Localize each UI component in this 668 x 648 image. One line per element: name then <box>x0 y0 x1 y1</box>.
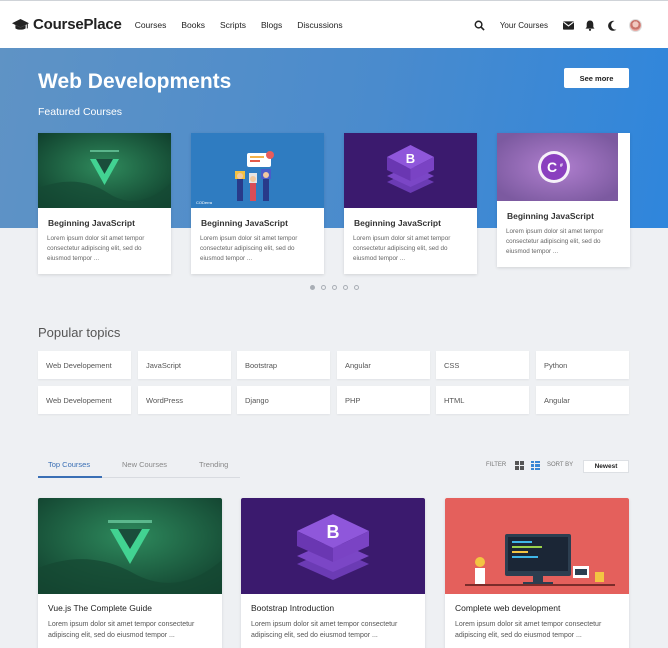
carousel-dot[interactable] <box>321 285 326 290</box>
topic-web-development[interactable]: Web Developement <box>38 386 131 414</box>
topic-angular[interactable]: Angular <box>337 351 430 379</box>
svg-text:#: # <box>560 163 563 169</box>
course-description: Lorem ipsum dolor sit amet tempor consec… <box>455 621 602 639</box>
featured-course-card[interactable]: Beginning JavaScript Lorem ipsum dolor s… <box>38 133 171 274</box>
course-thumbnail <box>38 498 222 594</box>
see-more-button[interactable]: See more <box>564 68 629 88</box>
carousel-indicators <box>310 285 365 290</box>
topic-web-development[interactable]: Web Developement <box>38 351 131 379</box>
main-nav: Courses Books Scripts Blogs Discussions <box>135 20 358 30</box>
list-view-icon[interactable] <box>531 461 540 470</box>
svg-text:C: C <box>547 159 557 175</box>
topic-css[interactable]: CSS <box>436 351 529 379</box>
nav-discussions[interactable]: Discussions <box>297 20 342 30</box>
thumbnail-label: CODerra <box>196 200 213 205</box>
moon-icon[interactable] <box>606 19 618 31</box>
featured-course-card[interactable]: CODerra Beginning JavaScript Lorem ipsum… <box>191 133 324 274</box>
tab-new-courses[interactable]: New Courses <box>122 460 167 469</box>
svg-text:B: B <box>406 151 415 166</box>
graduation-cap-icon <box>12 18 29 30</box>
topic-python[interactable]: Python <box>536 351 629 379</box>
bell-icon[interactable] <box>584 19 596 31</box>
featured-course-card[interactable]: C # Beginning JavaScript Lorem ipsum dol… <box>497 133 630 267</box>
grid-view-icon[interactable] <box>515 461 524 470</box>
course-card[interactable]: Complete web development Lorem ipsum dol… <box>445 498 629 648</box>
course-card[interactable]: Vue.js The Complete Guide Lorem ipsum do… <box>38 498 222 648</box>
course-thumbnail: CODerra <box>191 133 324 208</box>
course-title: Beginning JavaScript <box>48 218 135 228</box>
course-description: Lorem ipsum dolor sit amet tempor consec… <box>353 235 451 262</box>
course-thumbnail <box>38 133 171 208</box>
course-card[interactable]: B Bootstrap Introduction Lorem ipsum dol… <box>241 498 425 648</box>
tab-top-courses[interactable]: Top Courses <box>48 460 90 469</box>
hero-subtitle: Featured Courses <box>38 106 123 118</box>
carousel-dot[interactable] <box>354 285 359 290</box>
tab-trending[interactable]: Trending <box>199 460 228 469</box>
course-title: Beginning JavaScript <box>507 211 594 221</box>
carousel-dot[interactable] <box>332 285 337 290</box>
course-thumbnail <box>445 498 629 594</box>
carousel-dot[interactable] <box>310 285 315 290</box>
header-actions: Your Courses <box>474 1 642 49</box>
sort-by-label: SORT BY <box>547 462 574 468</box>
course-thumbnail: B <box>344 133 477 208</box>
nav-courses[interactable]: Courses <box>135 20 167 30</box>
popular-topics-heading: Popular topics <box>38 325 121 340</box>
course-description: Lorem ipsum dolor sit amet tempor consec… <box>200 235 298 262</box>
course-title: Beginning JavaScript <box>354 218 441 228</box>
nav-blogs[interactable]: Blogs <box>261 20 282 30</box>
course-thumbnail: C # <box>497 133 630 201</box>
svg-text:B: B <box>327 522 340 542</box>
brand-name: CoursePlace <box>33 16 122 33</box>
top-navbar: CoursePlace Courses Books Scripts Blogs … <box>0 0 668 48</box>
course-thumbnail: B <box>241 498 425 594</box>
course-title: Bootstrap Introduction <box>251 603 335 613</box>
user-avatar[interactable] <box>629 18 642 32</box>
course-description: Lorem ipsum dolor sit amet tempor consec… <box>47 235 145 262</box>
course-title: Complete web development <box>455 603 561 613</box>
topic-angular[interactable]: Angular <box>536 386 629 414</box>
brand-logo[interactable]: CoursePlace <box>12 16 122 33</box>
topic-php[interactable]: PHP <box>337 386 430 414</box>
course-description: Lorem ipsum dolor sit amet tempor consec… <box>251 621 398 639</box>
topic-html[interactable]: HTML <box>436 386 529 414</box>
nav-scripts[interactable]: Scripts <box>220 20 246 30</box>
course-title: Beginning JavaScript <box>201 218 288 228</box>
carousel-dot[interactable] <box>343 285 348 290</box>
topic-javascript[interactable]: JavaScript <box>138 351 231 379</box>
course-description: Lorem ipsum dolor sit amet tempor consec… <box>506 228 604 255</box>
filter-label: FILTER <box>486 462 507 468</box>
topic-bootstrap[interactable]: Bootstrap <box>237 351 330 379</box>
hero-title: Web Developments <box>38 70 232 93</box>
mail-icon[interactable] <box>562 19 574 31</box>
topic-wordpress[interactable]: WordPress <box>138 386 231 414</box>
topic-django[interactable]: Django <box>237 386 330 414</box>
nav-books[interactable]: Books <box>181 20 205 30</box>
search-icon[interactable] <box>474 19 486 31</box>
your-courses-link[interactable]: Your Courses <box>500 21 548 30</box>
course-title: Vue.js The Complete Guide <box>48 603 152 613</box>
active-tab-indicator <box>38 476 102 478</box>
sort-select[interactable]: Newest <box>583 460 629 473</box>
featured-course-card[interactable]: B Beginning JavaScript Lorem ipsum dolor… <box>344 133 477 274</box>
course-description: Lorem ipsum dolor sit amet tempor consec… <box>48 621 195 639</box>
